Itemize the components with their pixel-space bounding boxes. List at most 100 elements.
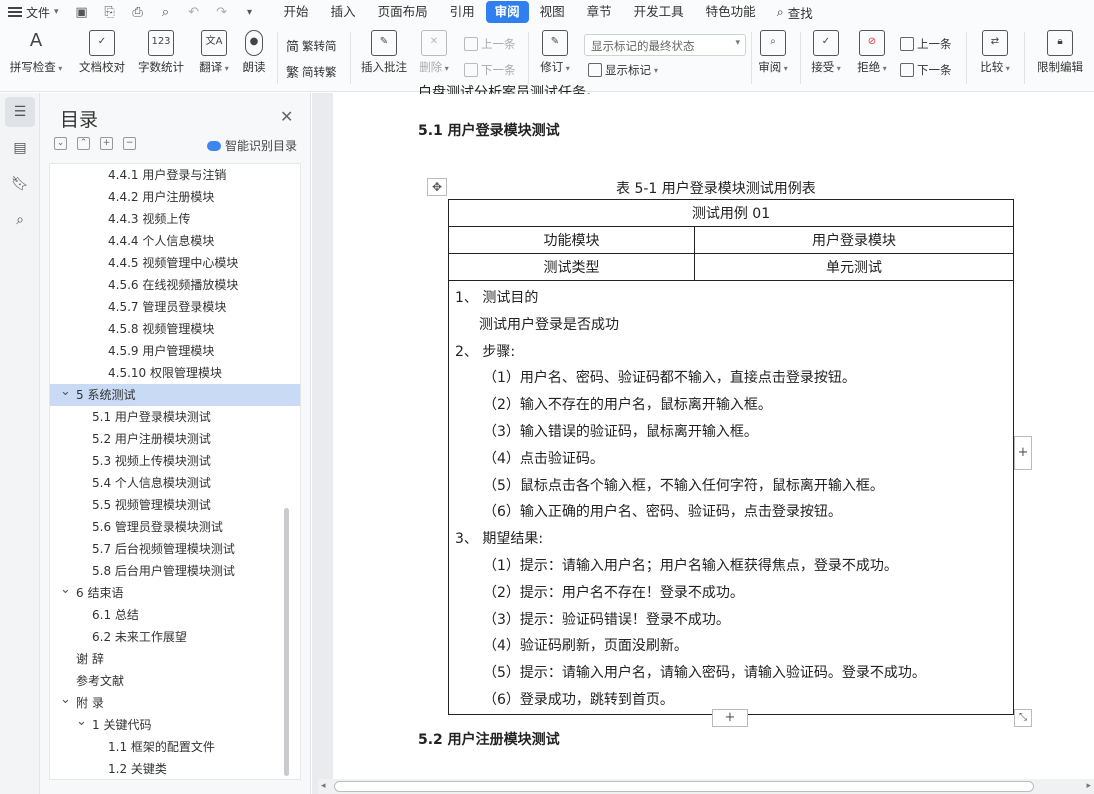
toc-item[interactable]: 4.4.1 用户登录与注销 [50,164,300,186]
table-cell[interactable]: 单元测试 [694,253,1014,281]
toc-item[interactable]: 4.5.10 权限管理模块 [50,362,300,384]
table-cell[interactable]: 用户登录模块 [694,226,1014,254]
toc-item-label: 参考文献 [76,674,125,688]
markup-display-select[interactable]: 显示标记的最终状态 [584,34,746,56]
expand-all-icon[interactable]: ⌄ [54,137,67,150]
toc-item[interactable]: 6.2 未来工作展望 [50,626,300,648]
chevron-down-icon[interactable]: ⌄ [60,689,71,711]
spell-check-button[interactable]: A 拼写检查 [6,30,66,75]
toc-item[interactable]: 4.5.7 管理员登录模块 [50,296,300,318]
toc-item[interactable]: 4.4.2 用户注册模块 [50,186,300,208]
toc-item[interactable]: 6.1 总结 [50,604,300,626]
add-column-button[interactable]: + [1014,436,1032,470]
toc-item[interactable]: ⌄ 6 结束语 [50,582,300,604]
word-count-button[interactable]: 123 字数统计 [135,30,187,75]
toc-item[interactable]: 5.4 个人信息模块测试 [50,472,300,494]
translate-button[interactable]: 文A 翻译 [194,30,234,75]
smart-toc-button[interactable]: 智能识别目录 [207,137,297,154]
toc-item[interactable]: 5.8 后台用户管理模块测试 [50,560,300,582]
test-case-line: （5）提示：请输入用户名，请输入密码，请输入验证码。登录不成功。 [483,665,926,682]
chevron-down-icon[interactable]: ⌄ [60,579,71,601]
toc-item[interactable]: 1.1 框架的配置文件 [50,736,300,758]
trad-to-simp-button[interactable]: 简 繁转简 [286,36,337,56]
toc-item[interactable]: 谢 辞 [50,648,300,670]
doc-proof-button[interactable]: ✓ 文档校对 [76,30,128,75]
toc-item[interactable]: ⌄ 1 关键代码 [50,714,300,736]
close-icon[interactable]: ✕ [280,107,293,126]
toc-item[interactable]: 5.7 后台视频管理模块测试 [50,538,300,560]
toc-item[interactable]: 4.4.5 视频管理中心模块 [50,252,300,274]
scrollbar-thumb[interactable] [334,781,1034,792]
insert-comment-button[interactable]: ✎ 插入批注 [358,30,410,75]
compare-button[interactable]: ⇄ 比较 [976,30,1014,75]
chevron-down-icon[interactable]: ⌄ [60,381,71,403]
delete-comment-button[interactable]: ✕ 删除 [416,30,452,75]
save-icon[interactable]: ▣ [73,5,91,20]
undo-icon[interactable]: ↶ [185,5,203,20]
chevron-down-icon[interactable]: ⌄ [76,711,87,733]
find-rail-icon[interactable]: ⌕ [5,205,35,235]
prev-comment-button[interactable]: 上一条 [464,36,516,52]
reject-button[interactable]: ⊘ 拒绝 [854,30,890,75]
toc-item[interactable]: 4.4.3 视频上传 [50,208,300,230]
toc-item[interactable]: 5.5 视频管理模块测试 [50,494,300,516]
tab-section[interactable]: 章节 [576,1,623,23]
heading-5-1[interactable]: 5.1 用户登录模块测试 [418,120,560,140]
toc-item[interactable]: 4.5.6 在线视频播放模块 [50,274,300,296]
bookmark-rail-icon[interactable]: 🔖︎ [5,169,35,199]
test-case-title[interactable]: 测试用例 01 [448,199,1014,227]
toc-scrollbar[interactable] [284,508,289,776]
horizontal-scrollbar[interactable]: ◂ ▸ [318,779,1094,794]
page-rail-icon[interactable]: ▤ [5,133,35,163]
print-icon[interactable]: ⎙ [129,5,147,20]
tab-special-features[interactable]: 特色功能 [695,1,767,23]
revise-button[interactable]: ✎ 修订 [536,30,574,75]
tab-home[interactable]: 开始 [273,1,320,23]
toc-item[interactable]: 参考文献 [50,670,300,692]
tab-developer[interactable]: 开发工具 [623,1,695,23]
add-heading-icon[interactable]: + [100,137,113,150]
simp-to-trad-button[interactable]: 繁 简转繁 [286,62,337,82]
redo-icon[interactable]: ↷ [213,5,231,20]
toc-item[interactable]: ⌄ 5 系统测试 [50,384,300,406]
next-comment-button[interactable]: 下一条 [464,62,516,78]
heading-5-2[interactable]: 5.2 用户注册模块测试 [418,729,560,749]
export-icon[interactable]: ⎘ [101,5,119,20]
file-menu[interactable]: 文件 ▾ [0,0,67,24]
tab-insert[interactable]: 插入 [320,1,367,23]
table-move-handle-icon[interactable]: ✥ [427,178,447,196]
read-aloud-button[interactable]: ● 朗读 [238,30,270,75]
restrict-edit-button[interactable]: 🔒︎ 限制编辑 [1032,30,1088,75]
remove-heading-icon[interactable]: − [123,137,136,150]
toc-item[interactable]: 1.2 关键类 [50,758,300,779]
table-cell[interactable]: 测试类型 [448,253,695,281]
accept-button[interactable]: ✓ 接受 [808,30,844,75]
customize-chevron-icon[interactable]: ▾ [241,7,259,18]
tab-review[interactable]: 审阅 [485,1,529,23]
table-resize-icon[interactable]: ⤡ [1014,709,1032,727]
show-markup-button[interactable]: 显示标记 ▾ [588,62,658,78]
review-pane-button[interactable]: ⌕ 审阅 [755,30,791,75]
scroll-right-icon[interactable]: ▸ [1086,779,1091,794]
toc-item[interactable]: ⌄ 附 录 [50,692,300,714]
toc-item[interactable]: 5.2 用户注册模块测试 [50,428,300,450]
toc-item[interactable]: 5.6 管理员登录模块测试 [50,516,300,538]
table-cell[interactable]: 功能模块 [448,226,695,254]
toc-item[interactable]: 5.3 视频上传模块测试 [50,450,300,472]
search-tab[interactable]: ⌕ 查找 [767,3,823,22]
scroll-left-icon[interactable]: ◂ [321,779,326,794]
print-preview-icon[interactable]: ⌕ [157,5,175,20]
collapse-all-icon[interactable]: ⌃ [77,137,90,150]
add-row-button[interactable]: + [712,709,748,727]
toc-item[interactable]: 4.5.8 视频管理模块 [50,318,300,340]
toc-item[interactable]: 5.1 用户登录模块测试 [50,406,300,428]
prev-change-button[interactable]: 上一条 [900,36,952,52]
toc-rail-icon[interactable]: ☰ [5,97,35,127]
tab-page-layout[interactable]: 页面布局 [367,1,439,23]
toc-item[interactable]: 4.5.9 用户管理模块 [50,340,300,362]
tab-view[interactable]: 视图 [529,1,576,23]
toc-item[interactable]: 4.4.4 个人信息模块 [50,230,300,252]
tab-references[interactable]: 引用 [439,1,486,23]
next-change-button[interactable]: 下一条 [900,62,952,78]
test-case-body[interactable]: 1、 测试目的 测试用户登录是否成功 2、 步骤: （1）用户名、密码、验证码都不输入… [448,280,1014,715]
